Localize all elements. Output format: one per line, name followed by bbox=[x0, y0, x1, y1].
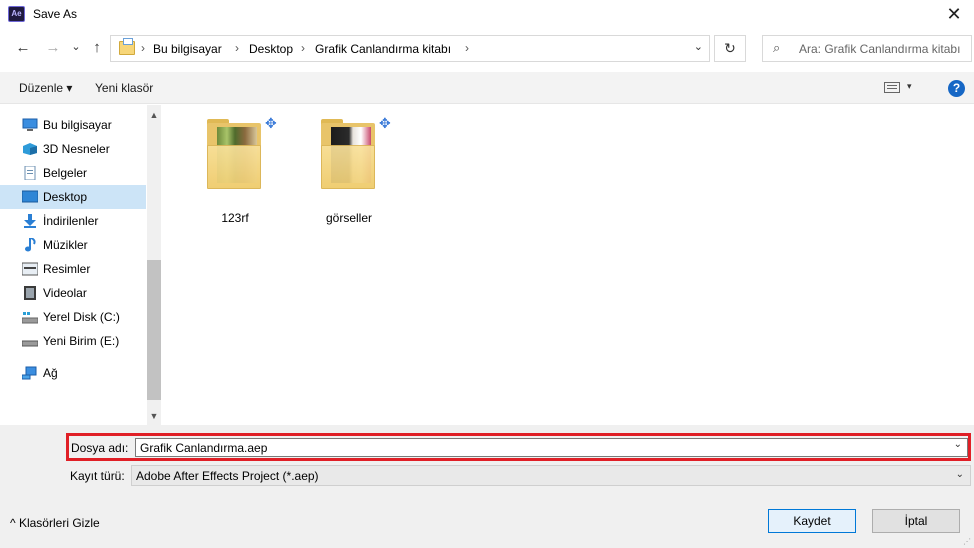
forward-arrow-icon[interactable]: → bbox=[44, 39, 62, 57]
filename-label: Dosya adı: bbox=[71, 441, 129, 455]
back-arrow-icon[interactable]: ← bbox=[14, 39, 32, 57]
command-toolbar: Düzenle ▾ Yeni klasör ▾ ? bbox=[0, 72, 974, 104]
filetype-select[interactable]: Adobe After Effects Project (*.aep) ⌄ bbox=[131, 465, 971, 486]
folder-location-icon bbox=[119, 38, 135, 55]
title-bar: Ae Save As ✕ bbox=[0, 0, 974, 30]
help-icon[interactable]: ? bbox=[948, 80, 965, 97]
filename-dropdown-chevron-icon[interactable]: ⌄ bbox=[954, 439, 962, 450]
sidebar-item-label: Ağ bbox=[43, 366, 58, 380]
after-effects-app-icon: Ae bbox=[8, 6, 25, 22]
desktop-icon bbox=[22, 190, 38, 203]
organize-menu-button[interactable]: Düzenle ▾ bbox=[19, 81, 72, 95]
pin-arrows-icon: ✥ bbox=[265, 115, 277, 131]
computer-icon bbox=[22, 118, 38, 131]
refresh-icon[interactable]: ↻ bbox=[714, 35, 746, 62]
navigation-bar: ← → ⌄ ↑ › Bu bilgisayar › Desktop › Graf… bbox=[0, 30, 974, 68]
sidebar-item-videos[interactable]: Videolar bbox=[0, 281, 146, 305]
documents-icon bbox=[24, 166, 36, 180]
3d-objects-icon bbox=[23, 143, 37, 155]
filetype-label: Kayıt türü: bbox=[70, 469, 125, 483]
navigation-pane: Bu bilgisayar 3D Nesneler Belgeler Deskt… bbox=[0, 105, 162, 425]
cancel-button[interactable]: İptal bbox=[872, 509, 960, 533]
breadcrumb-separator[interactable]: › bbox=[235, 41, 239, 55]
address-dropdown-chevron-icon[interactable]: ⌄ bbox=[694, 40, 703, 53]
file-name-label: 123rf bbox=[221, 211, 249, 225]
breadcrumb-current-folder[interactable]: Grafik Canlandırma kitabı bbox=[315, 42, 451, 56]
sidebar-item-label: 3D Nesneler bbox=[43, 142, 110, 156]
drive-e-icon bbox=[22, 340, 38, 347]
pin-arrows-icon: ✥ bbox=[379, 115, 391, 131]
folder-item-123rf[interactable]: ✥ 123rf bbox=[187, 115, 283, 235]
sidebar-item-desktop[interactable]: Desktop bbox=[0, 185, 146, 209]
scroll-down-arrow-icon[interactable]: ▼ bbox=[147, 409, 161, 423]
sidebar-item-label: Bu bilgisayar bbox=[43, 118, 112, 132]
resize-grip-icon[interactable]: ⋰ bbox=[963, 537, 971, 546]
view-options-icon[interactable] bbox=[884, 82, 900, 93]
sidebar-item-this-pc[interactable]: Bu bilgisayar bbox=[0, 113, 146, 137]
sidebar-item-label: Yeni Birim (E:) bbox=[43, 334, 120, 348]
search-icon: ⌕ bbox=[773, 40, 781, 55]
sidebar-item-label: Müzikler bbox=[43, 238, 88, 252]
filename-input[interactable] bbox=[135, 438, 968, 457]
search-placeholder: Ara: Grafik Canlandırma kitabı bbox=[799, 42, 961, 56]
sidebar-item-downloads[interactable]: İndirilenler bbox=[0, 209, 146, 233]
filetype-dropdown-chevron-icon[interactable]: ⌄ bbox=[956, 469, 964, 480]
new-folder-button[interactable]: Yeni klasör bbox=[95, 81, 153, 95]
filename-highlight-box: Dosya adı: ⌄ bbox=[66, 433, 971, 461]
sidebar-item-label: Belgeler bbox=[43, 166, 88, 180]
sidebar-item-network[interactable]: Ağ bbox=[0, 361, 146, 385]
folder-item-gorseller[interactable]: ✥ görseller bbox=[301, 115, 397, 235]
sidebar-item-music[interactable]: Müzikler bbox=[0, 233, 146, 257]
filetype-value: Adobe After Effects Project (*.aep) bbox=[136, 469, 319, 483]
sidebar-item-label: Yerel Disk (C:) bbox=[43, 310, 120, 324]
view-options-dropdown-icon[interactable]: ▾ bbox=[907, 81, 912, 92]
save-form: Dosya adı: ⌄ Kayıt türü: Adobe After Eff… bbox=[0, 425, 974, 548]
sidebar-item-local-disk-c[interactable]: Yerel Disk (C:) bbox=[0, 305, 146, 329]
breadcrumb-separator[interactable]: › bbox=[301, 41, 305, 55]
save-button[interactable]: Kaydet bbox=[768, 509, 856, 533]
breadcrumb-this-pc[interactable]: Bu bilgisayar bbox=[153, 42, 222, 56]
file-list: ✥ 123rf ✥ görseller bbox=[163, 105, 974, 425]
address-bar[interactable]: › Bu bilgisayar › Desktop › Grafik Canla… bbox=[110, 35, 710, 62]
sidebar-scrollbar[interactable]: ▲ ▼ bbox=[147, 105, 161, 425]
folder-front bbox=[321, 145, 375, 189]
downloads-icon bbox=[24, 214, 36, 228]
music-icon bbox=[25, 238, 36, 252]
videos-icon bbox=[24, 286, 36, 300]
network-icon bbox=[22, 366, 37, 380]
breadcrumb-separator[interactable]: › bbox=[465, 41, 469, 55]
sidebar-item-documents[interactable]: Belgeler bbox=[0, 161, 146, 185]
breadcrumb-separator[interactable]: › bbox=[141, 41, 145, 55]
close-icon[interactable]: ✕ bbox=[934, 0, 974, 30]
sidebar-item-new-volume-e[interactable]: Yeni Birim (E:) bbox=[0, 329, 146, 353]
sidebar-item-label: Desktop bbox=[43, 190, 88, 204]
scrollbar-thumb[interactable] bbox=[147, 260, 161, 400]
up-arrow-icon[interactable]: ↑ bbox=[88, 39, 106, 57]
sidebar-item-3d-objects[interactable]: 3D Nesneler bbox=[0, 137, 146, 161]
drive-c-icon bbox=[22, 312, 38, 324]
window-title: Save As bbox=[33, 7, 78, 21]
sidebar-item-label: Videolar bbox=[43, 286, 87, 300]
folder-front bbox=[207, 145, 261, 189]
sidebar-item-label: Resimler bbox=[43, 262, 91, 276]
breadcrumb-desktop[interactable]: Desktop bbox=[249, 42, 293, 56]
sidebar-item-label: İndirilenler bbox=[43, 214, 99, 228]
sidebar-item-pictures[interactable]: Resimler bbox=[0, 257, 146, 281]
pictures-icon bbox=[22, 262, 38, 276]
search-input[interactable]: ⌕ Ara: Grafik Canlandırma kitabı bbox=[762, 35, 972, 62]
file-name-label: görseller bbox=[325, 211, 373, 225]
recent-locations-chevron-icon[interactable]: ⌄ bbox=[67, 38, 85, 56]
scroll-up-arrow-icon[interactable]: ▲ bbox=[147, 108, 161, 122]
hide-folders-button[interactable]: ^ Klasörleri Gizle bbox=[10, 516, 100, 530]
